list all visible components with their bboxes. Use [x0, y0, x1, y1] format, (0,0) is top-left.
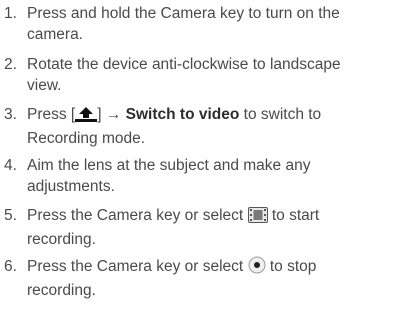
- step-line: recording.: [27, 231, 96, 248]
- step-line: adjustments.: [27, 178, 115, 195]
- upload-arrow-icon: [75, 106, 98, 128]
- step-line: Press [ ] → Switch to video to switch to: [27, 104, 419, 128]
- step-line: recording.: [27, 282, 96, 299]
- step-text: to switch to: [239, 106, 322, 123]
- step-text: to stop: [265, 258, 317, 275]
- step-line: Aim the lens at the subject and make any: [27, 157, 311, 174]
- step-text: Press the Camera key or select: [27, 207, 248, 224]
- step-line: Press and hold the Camera key to turn on…: [27, 5, 340, 22]
- step-number: 3.: [4, 106, 17, 123]
- step-text: ] →: [97, 106, 126, 123]
- stop-dot-icon: [248, 256, 266, 280]
- step-line: Rotate the device anti-clockwise to land…: [27, 56, 341, 73]
- step-text: Press [: [27, 106, 76, 123]
- step-number: 5.: [4, 207, 17, 224]
- step-line: Press the Camera key or select to start: [27, 205, 419, 229]
- step-line: camera.: [27, 26, 83, 43]
- step-line: Press the Camera key or select to stop: [27, 256, 419, 280]
- switch-to-video-label: Switch to video: [125, 106, 240, 123]
- step-number: 6.: [4, 258, 17, 275]
- step-number: 2.: [4, 56, 17, 73]
- step-line: view.: [27, 77, 62, 94]
- step-text: to start: [267, 207, 320, 224]
- step-number: 4.: [4, 157, 17, 174]
- film-record-icon: [247, 207, 268, 229]
- step-number: 1.: [4, 5, 17, 22]
- step-text: Press the Camera key or select: [27, 258, 248, 275]
- step-line: Recording mode.: [27, 130, 146, 147]
